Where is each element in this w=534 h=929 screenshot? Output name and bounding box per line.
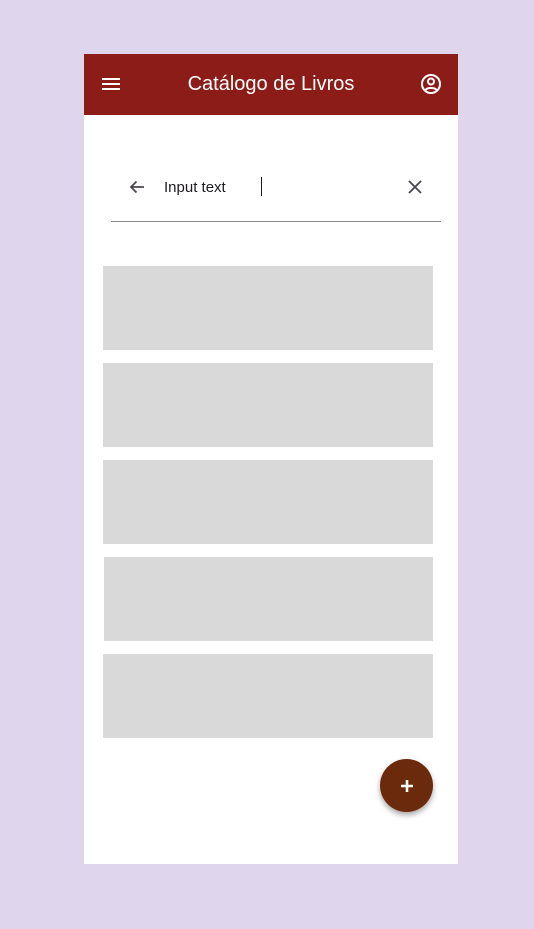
account-circle-icon <box>421 74 441 94</box>
search-input[interactable] <box>164 176 384 198</box>
close-icon <box>408 180 422 194</box>
back-button[interactable] <box>125 175 149 199</box>
search-bar <box>111 167 441 222</box>
add-book-button[interactable] <box>380 759 433 812</box>
book-list-item[interactable] <box>103 363 433 447</box>
menu-icon <box>102 78 120 90</box>
book-list-item[interactable] <box>103 654 433 738</box>
menu-button[interactable] <box>99 72 123 96</box>
book-list-item[interactable] <box>103 460 433 544</box>
app-bar: Catálogo de Livros <box>84 54 458 115</box>
text-cursor <box>261 177 262 196</box>
arrow-back-icon <box>129 180 144 194</box>
account-button[interactable] <box>419 72 443 96</box>
clear-search-button[interactable] <box>403 175 427 199</box>
book-list-item[interactable] <box>104 557 433 641</box>
app-title: Catálogo de Livros <box>187 73 355 95</box>
book-list-item[interactable] <box>103 266 433 350</box>
phone-screen: Catálogo de Livros <box>84 54 458 864</box>
add-icon <box>400 779 413 792</box>
